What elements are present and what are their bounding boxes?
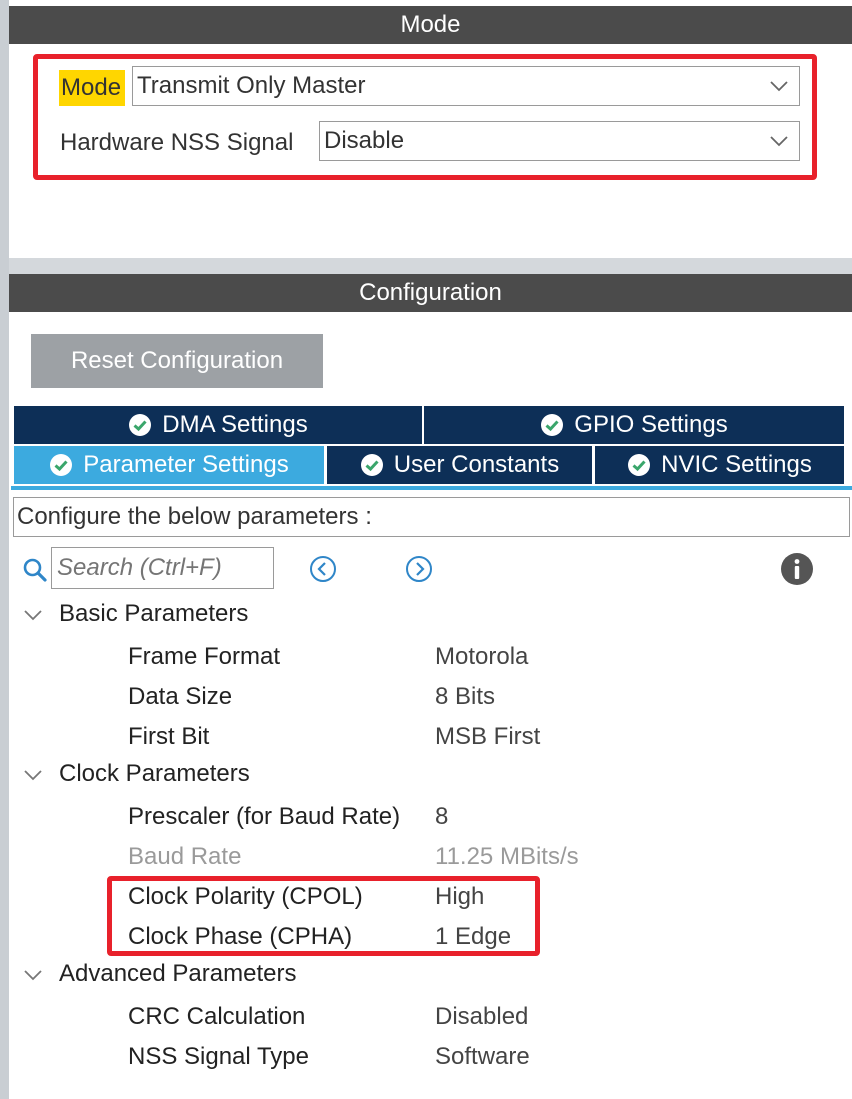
tab-underline (11, 486, 852, 490)
tab-gpio-settings[interactable]: GPIO Settings (424, 406, 844, 444)
param-row-prescaler[interactable]: Prescaler (for Baud Rate) 8 (0, 799, 852, 835)
check-circle-icon (129, 414, 152, 436)
hardware-nss-select[interactable]: Disable (319, 121, 800, 161)
param-name: CRC Calculation (128, 1003, 306, 1030)
configuration-section-header: Configuration (9, 274, 852, 312)
param-value[interactable]: 8 Bits (435, 679, 495, 715)
param-name: Baud Rate (128, 843, 242, 870)
chevron-left-icon[interactable] (309, 555, 337, 583)
param-name: First Bit (128, 723, 210, 750)
mode-select-value: Transmit Only Master (137, 72, 366, 99)
parameters-description: Configure the below parameters : (13, 497, 850, 537)
param-row-nss-signal-type[interactable]: NSS Signal Type Software (0, 1039, 852, 1075)
tab-label: DMA Settings (162, 411, 308, 438)
param-name: Data Size (128, 683, 233, 710)
search-icon[interactable] (22, 557, 48, 583)
section-divider (9, 258, 852, 274)
tab-label: GPIO Settings (574, 411, 728, 438)
tab-parameter-settings[interactable]: Parameter Settings (14, 446, 324, 484)
param-value[interactable]: MSB First (435, 719, 540, 755)
tab-label: NVIC Settings (661, 451, 812, 478)
group-clock-parameters[interactable]: Clock Parameters (22, 760, 250, 788)
chevron-down-icon (24, 610, 42, 621)
mode-select[interactable]: Transmit Only Master (132, 66, 800, 106)
check-circle-icon (541, 414, 564, 436)
search-input[interactable] (51, 547, 274, 589)
param-value[interactable]: Software (435, 1039, 530, 1075)
hardware-nss-label: Hardware NSS Signal (60, 129, 294, 156)
reset-configuration-button[interactable]: Reset Configuration (31, 334, 323, 388)
chevron-down-icon (770, 136, 788, 147)
group-title: Advanced Parameters (59, 960, 297, 987)
param-value[interactable]: Motorola (435, 639, 528, 675)
chevron-down-icon (24, 770, 42, 781)
tab-label: User Constants (393, 451, 560, 478)
chevron-down-icon (24, 970, 42, 981)
chevron-right-icon[interactable] (405, 555, 433, 583)
tab-user-constants[interactable]: User Constants (327, 446, 592, 484)
param-name: Clock Polarity (CPOL) (128, 883, 363, 910)
param-row-crc-calculation[interactable]: CRC Calculation Disabled (0, 999, 852, 1035)
tab-dma-settings[interactable]: DMA Settings (14, 406, 422, 444)
group-title: Basic Parameters (59, 600, 249, 627)
param-row-data-size[interactable]: Data Size 8 Bits (0, 679, 852, 715)
param-name: NSS Signal Type (128, 1043, 309, 1070)
hardware-nss-select-value: Disable (324, 127, 405, 154)
tab-nvic-settings[interactable]: NVIC Settings (595, 446, 844, 484)
check-circle-icon (628, 454, 651, 476)
param-row-baud-rate: Baud Rate 11.25 MBits/s (0, 839, 852, 875)
chevron-down-icon (770, 81, 788, 92)
check-circle-icon (50, 454, 73, 476)
param-row-clock-polarity[interactable]: Clock Polarity (CPOL) High (0, 879, 852, 915)
param-value[interactable]: Disabled (435, 999, 528, 1035)
param-value[interactable]: High (435, 879, 484, 915)
param-name: Prescaler (for Baud Rate) (128, 803, 401, 830)
param-value: 11.25 MBits/s (435, 843, 579, 870)
mode-label: Mode (59, 70, 126, 106)
param-row-frame-format[interactable]: Frame Format Motorola (0, 639, 852, 675)
param-row-first-bit[interactable]: First Bit MSB First (0, 719, 852, 755)
param-name: Clock Phase (CPHA) (128, 923, 353, 950)
group-basic-parameters[interactable]: Basic Parameters (22, 600, 248, 628)
param-row-clock-phase[interactable]: Clock Phase (CPHA) 1 Edge (0, 919, 852, 955)
group-title: Clock Parameters (59, 760, 250, 787)
param-value[interactable]: 8 (435, 799, 448, 835)
check-circle-icon (360, 454, 383, 476)
mode-section-header: Mode (9, 6, 852, 44)
param-value[interactable]: 1 Edge (435, 919, 511, 955)
param-name: Frame Format (128, 643, 281, 670)
group-advanced-parameters[interactable]: Advanced Parameters (22, 960, 296, 988)
info-icon[interactable] (780, 552, 814, 586)
tab-label: Parameter Settings (83, 451, 289, 478)
